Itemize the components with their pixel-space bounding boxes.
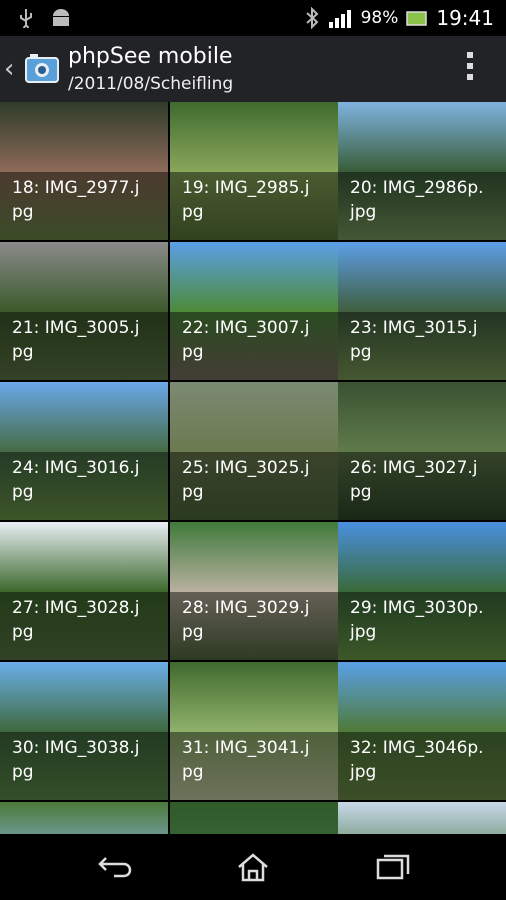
photo-caption: 32: IMG_3046p. jpg xyxy=(338,732,506,800)
photo-thumbnail[interactable]: 18: IMG_2977.j pg xyxy=(0,102,168,240)
action-bar: ‹ phpSee mobile /2011/08/Scheifling xyxy=(0,36,506,102)
folder-path: /2011/08/Scheifling xyxy=(68,74,234,94)
photo-thumbnail[interactable] xyxy=(338,802,506,834)
photo-caption: 25: IMG_3025.j pg xyxy=(170,452,338,520)
photo-thumbnail[interactable]: 26: IMG_3027.j pg xyxy=(338,382,506,520)
bluetooth-icon xyxy=(305,7,319,29)
up-icon[interactable]: ‹ xyxy=(4,54,14,84)
photo-thumbnail[interactable]: 31: IMG_3041.j pg xyxy=(170,662,338,800)
photo-caption: 18: IMG_2977.j pg xyxy=(0,172,168,240)
recent-apps-icon[interactable] xyxy=(374,852,414,882)
home-icon[interactable] xyxy=(233,852,273,882)
photo-thumbnail[interactable]: 25: IMG_3025.j pg xyxy=(170,382,338,520)
app-title: phpSee mobile xyxy=(68,44,233,69)
photo-caption: 27: IMG_3028.j pg xyxy=(0,592,168,660)
photo-thumbnail[interactable]: 23: IMG_3015.j pg xyxy=(338,242,506,380)
photo-thumbnail[interactable]: 24: IMG_3016.j pg xyxy=(0,382,168,520)
photo-thumbnail[interactable]: 22: IMG_3007.j pg xyxy=(170,242,338,380)
android-debug-icon xyxy=(53,9,69,26)
clock: 19:41 xyxy=(436,6,494,30)
photo-caption: 30: IMG_3038.j pg xyxy=(0,732,168,800)
photo-caption: 21: IMG_3005.j pg xyxy=(0,312,168,380)
photo-caption: 26: IMG_3027.j pg xyxy=(338,452,506,520)
photo-thumbnail[interactable] xyxy=(170,802,338,834)
photo-caption: 22: IMG_3007.j pg xyxy=(170,312,338,380)
photo-thumbnail[interactable]: 27: IMG_3028.j pg xyxy=(0,522,168,660)
photo-caption: 24: IMG_3016.j pg xyxy=(0,452,168,520)
battery-percent: 98% xyxy=(360,8,399,28)
photo-thumbnail[interactable]: 28: IMG_3029.j pg xyxy=(170,522,338,660)
photo-caption: 23: IMG_3015.j pg xyxy=(338,312,506,380)
signal-icon xyxy=(328,10,351,28)
photo-thumbnail[interactable]: 32: IMG_3046p. jpg xyxy=(338,662,506,800)
photo-caption: 29: IMG_3030p. jpg xyxy=(338,592,506,660)
photo-thumbnail[interactable]: 20: IMG_2986p. jpg xyxy=(338,102,506,240)
battery-icon xyxy=(406,11,428,26)
app-icon[interactable] xyxy=(20,48,64,92)
photo-grid: 18: IMG_2977.j pg 19: IMG_2985.j pg 20: IM… xyxy=(0,102,506,834)
overflow-menu-icon[interactable] xyxy=(466,52,474,85)
usb-icon xyxy=(20,9,32,28)
status-bar: 98% 19:41 xyxy=(0,0,506,36)
photo-caption: 31: IMG_3041.j pg xyxy=(170,732,338,800)
photo-thumbnail[interactable]: 30: IMG_3038.j pg xyxy=(0,662,168,800)
photo-caption: 20: IMG_2986p. jpg xyxy=(338,172,506,240)
navigation-bar xyxy=(0,834,506,900)
photo-thumbnail[interactable]: 29: IMG_3030p. jpg xyxy=(338,522,506,660)
photo-thumbnail[interactable]: 19: IMG_2985.j pg xyxy=(170,102,338,240)
photo-caption: 19: IMG_2985.j pg xyxy=(170,172,338,240)
photo-caption: 28: IMG_3029.j pg xyxy=(170,592,338,660)
photo-thumbnail[interactable] xyxy=(0,802,168,834)
photo-thumbnail[interactable]: 21: IMG_3005.j pg xyxy=(0,242,168,380)
back-icon[interactable] xyxy=(96,852,136,882)
